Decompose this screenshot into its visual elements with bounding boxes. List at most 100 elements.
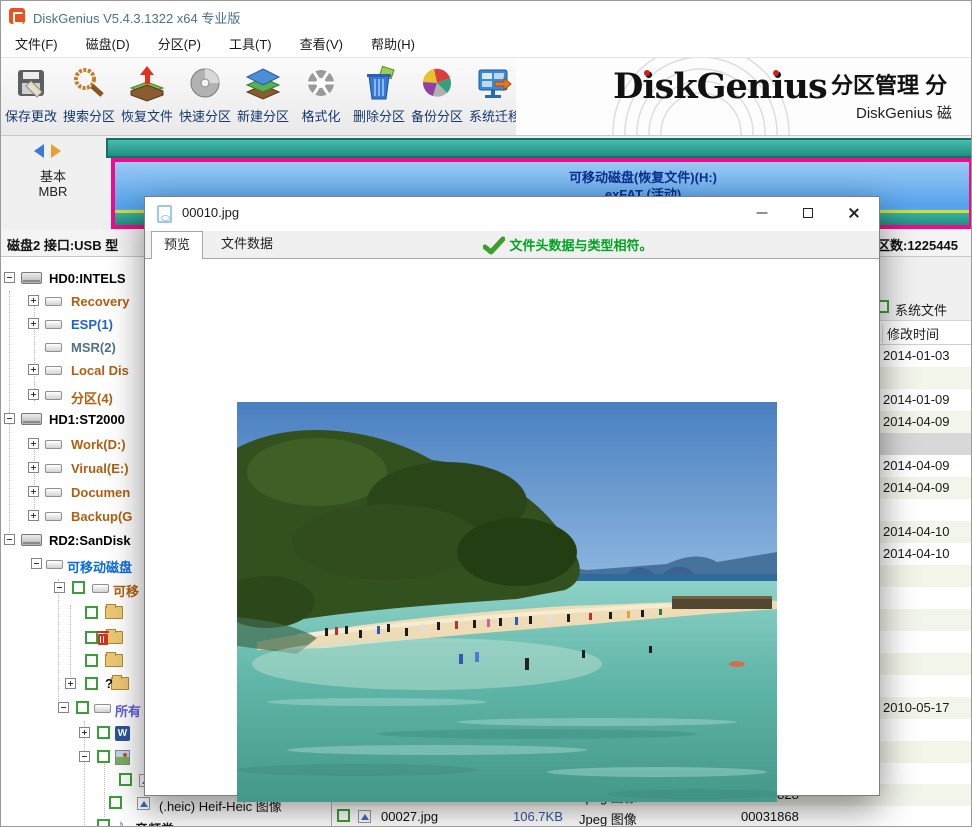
- recover-icon: [127, 64, 167, 104]
- partition-icon: [92, 584, 109, 593]
- expand-icon[interactable]: [28, 438, 39, 449]
- partition-icon: [45, 440, 62, 449]
- tree-checkbox[interactable]: [72, 581, 85, 594]
- format-button[interactable]: 格式化: [293, 62, 349, 132]
- expand-icon[interactable]: [28, 318, 39, 329]
- tree-checkbox[interactable]: [119, 773, 132, 786]
- recover-files-button[interactable]: 恢复文件: [119, 62, 175, 132]
- logo-i-dot: [644, 70, 650, 76]
- new-partition-button[interactable]: 新建分区: [235, 62, 291, 132]
- collapse-icon[interactable]: [4, 534, 15, 545]
- backup-partition-button[interactable]: 备份分区: [409, 62, 465, 132]
- app-logo-icon: [9, 8, 25, 24]
- partition-icon: [45, 464, 62, 473]
- menu-partition[interactable]: 分区(P): [144, 31, 215, 58]
- partition-icon: [45, 366, 62, 375]
- disk-icon: [21, 534, 42, 546]
- folder-question-icon: [111, 677, 129, 690]
- trash-icon: [359, 64, 399, 104]
- dialog-body: [145, 259, 879, 795]
- minimize-icon: [757, 212, 768, 213]
- folder-icon: [105, 631, 123, 644]
- menu-bar: 文件(F) 磁盘(D) 分区(P) 工具(T) 查看(V) 帮助(H): [1, 31, 972, 58]
- dialog-title: 00010.jpg: [182, 205, 239, 220]
- disk-icon: [21, 272, 42, 284]
- system-migrate-button[interactable]: 系统迁移: [467, 62, 523, 132]
- collapse-icon[interactable]: [79, 751, 90, 762]
- partition-icon: [94, 704, 111, 713]
- disk-info-left: 磁盘2 接口:USB 型: [7, 235, 118, 254]
- collapse-icon[interactable]: [31, 558, 42, 569]
- partition-icon: [45, 297, 62, 306]
- word-doc-icon: W: [115, 726, 130, 741]
- nav-back-icon[interactable]: [34, 144, 44, 158]
- expand-icon[interactable]: [65, 678, 76, 689]
- music-note-icon: ♪: [117, 817, 125, 827]
- preview-dialog: 00010.jpg 预览 文件数据 文件头数据与类型相符。: [144, 196, 880, 796]
- tree-item-audio-type[interactable]: ♪ 音频类: [1, 815, 331, 827]
- tree-checkbox[interactable]: [97, 819, 110, 827]
- image-type-icon: [115, 750, 130, 765]
- expand-icon[interactable]: [28, 510, 39, 521]
- tree-checkbox[interactable]: [97, 726, 110, 739]
- menu-tools[interactable]: 工具(T): [215, 31, 286, 58]
- collapse-icon[interactable]: [4, 272, 15, 283]
- tab-preview[interactable]: 预览: [151, 231, 203, 260]
- save-changes-button[interactable]: 保存更改: [3, 62, 59, 132]
- minimize-button[interactable]: [739, 197, 785, 228]
- check-icon: [483, 236, 505, 256]
- image-file-icon: [358, 810, 371, 823]
- diskgenius-window: DiskGenius V5.4.3.1322 x64 专业版 文件(F) 磁盘(…: [0, 0, 972, 827]
- collapse-icon[interactable]: [4, 413, 15, 424]
- quick-partition-button[interactable]: 快速分区: [177, 62, 233, 132]
- nav-forward-icon[interactable]: [51, 144, 61, 158]
- folder-icon: [105, 654, 123, 667]
- menu-disk[interactable]: 磁盘(D): [72, 31, 144, 58]
- collapse-icon[interactable]: [58, 702, 69, 713]
- expand-icon[interactable]: [28, 486, 39, 497]
- menu-file[interactable]: 文件(F): [1, 31, 72, 58]
- tree-checkbox[interactable]: [109, 796, 122, 809]
- trash-overlay-icon: [98, 634, 108, 645]
- expand-icon[interactable]: [28, 364, 39, 375]
- format-icon: [301, 64, 341, 104]
- file-checkbox[interactable]: [337, 809, 350, 822]
- expand-icon[interactable]: [28, 389, 39, 400]
- disk-icon: [21, 413, 42, 425]
- tree-checkbox[interactable]: [85, 654, 98, 667]
- tree-checkbox[interactable]: [85, 677, 98, 690]
- expand-icon[interactable]: [79, 727, 90, 738]
- file-cluster: 00031868: [741, 809, 799, 824]
- logo-i-dot: [773, 70, 779, 76]
- tree-checkbox[interactable]: [85, 606, 98, 619]
- header-match-message: 文件头数据与类型相符。: [483, 236, 652, 256]
- partition-icon: [45, 512, 62, 521]
- photo-preview: [237, 402, 777, 802]
- file-row-00027[interactable]: 00027.jpg 106.7KB Jpeg 图像 00031868: [333, 806, 972, 827]
- partition-icon: [45, 343, 62, 352]
- menu-view[interactable]: 查看(V): [286, 31, 357, 58]
- tree-checkbox[interactable]: [76, 701, 89, 714]
- expand-icon[interactable]: [28, 295, 39, 306]
- expand-icon[interactable]: [28, 462, 39, 473]
- tab-file-data[interactable]: 文件数据: [207, 231, 287, 259]
- close-button[interactable]: [831, 197, 877, 228]
- menu-help[interactable]: 帮助(H): [357, 31, 429, 58]
- tagline-main: 分区管理 分: [831, 68, 947, 100]
- layers-icon: [243, 64, 283, 104]
- delete-partition-button[interactable]: 删除分区: [351, 62, 407, 132]
- dialog-title-bar[interactable]: 00010.jpg: [145, 197, 879, 231]
- partition-icon: [45, 391, 62, 400]
- search-partition-button[interactable]: 搜索分区: [61, 62, 117, 132]
- dialog-tab-strip: 预览 文件数据 文件头数据与类型相符。: [145, 231, 879, 259]
- title-bar: DiskGenius V5.4.3.1322 x64 专业版: [1, 1, 972, 31]
- file-name: 00027.jpg: [381, 809, 438, 824]
- disk-type-label: 基本: [31, 166, 75, 185]
- migrate-icon: [475, 64, 515, 104]
- partition-icon: [46, 560, 63, 569]
- collapse-icon[interactable]: [54, 582, 65, 593]
- tree-checkbox[interactable]: [97, 750, 110, 763]
- maximize-button[interactable]: [785, 197, 831, 228]
- disk-capacity-strip[interactable]: [106, 138, 972, 158]
- column-header-mtime[interactable]: 修改时间: [882, 324, 939, 343]
